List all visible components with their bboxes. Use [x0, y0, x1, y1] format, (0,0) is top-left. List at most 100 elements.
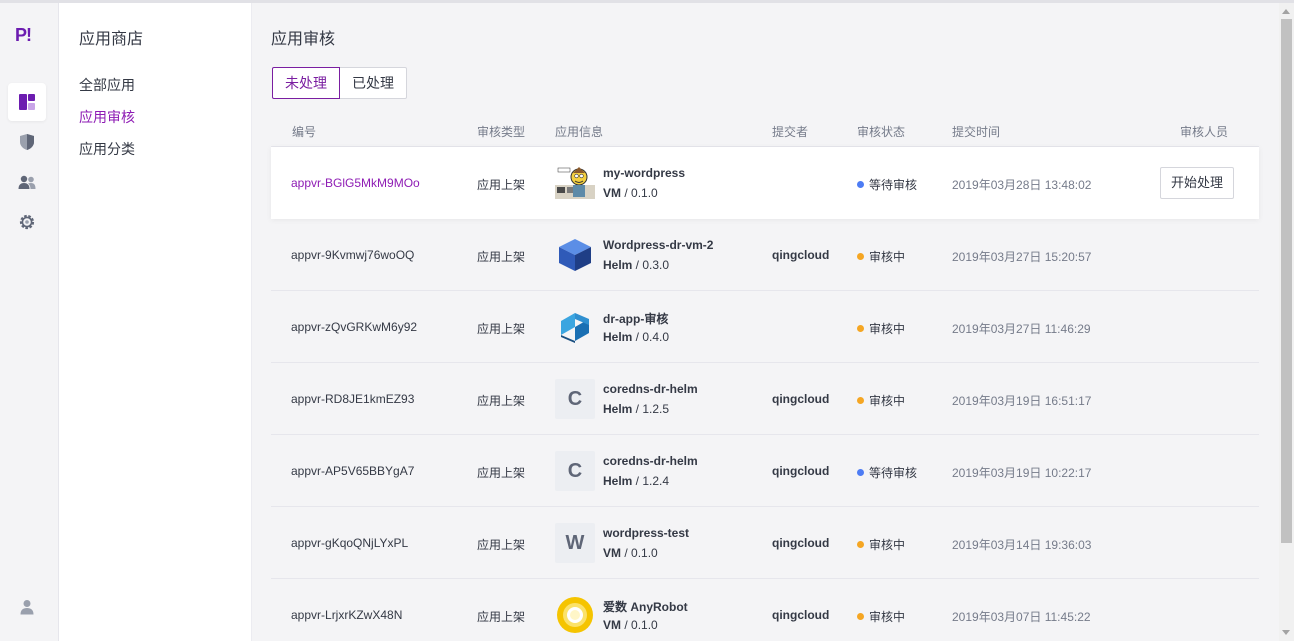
table-row[interactable]: appvr-LrjxrKZwX48N 应用上架 爱数 AnyRobot VM /…: [271, 579, 1259, 641]
tab-pending[interactable]: 未处理: [272, 67, 340, 99]
app-version: VM / 0.1.0: [603, 186, 658, 200]
review-id-link[interactable]: appvr-gKqoQNjLYxPL: [291, 536, 408, 550]
review-type: 应用上架: [477, 466, 526, 480]
app-version: Helm / 0.3.0: [603, 258, 670, 272]
scroll-down-arrow[interactable]: [1282, 630, 1290, 635]
main-content: 应用审核 未处理 已处理 编号 审核类型 应用信息 提交者 审核状态 提交时间 …: [252, 3, 1279, 641]
letter-icon: C: [555, 379, 595, 419]
review-id-link[interactable]: appvr-9Kvmwj76woOQ: [291, 248, 414, 262]
review-id-link[interactable]: appvr-RD8JE1kmEZ93: [291, 392, 414, 406]
table-row[interactable]: appvr-zQvGRKwM6y92 应用上架 dr-app-审核 Helm /…: [271, 291, 1259, 363]
rail-dashboard[interactable]: [8, 83, 46, 121]
scroll-up-arrow[interactable]: [1282, 9, 1290, 14]
submit-time: 2019年03月28日 13:48:02: [952, 178, 1092, 192]
table-row[interactable]: appvr-9Kvmwj76woOQ 应用上架 Wordpress-dr-vm-…: [271, 219, 1259, 291]
rail-account[interactable]: [8, 588, 46, 626]
submit-time: 2019年03月07日 11:45:22: [952, 610, 1091, 624]
subnav-item-categories[interactable]: 应用分类: [79, 139, 135, 159]
review-type: 应用上架: [477, 538, 526, 552]
app-version: Helm / 1.2.4: [603, 474, 670, 488]
app-version: Helm / 0.4.0: [603, 330, 670, 344]
status-dot: [857, 613, 864, 620]
column-header-id[interactable]: 编号: [292, 123, 316, 140]
icon-rail: P!: [0, 3, 59, 641]
review-table: 编号 审核类型 应用信息 提交者 审核状态 提交时间 审核人员 appvr-BG…: [271, 114, 1259, 641]
column-header-type[interactable]: 审核类型: [477, 123, 525, 140]
status-dot: [857, 397, 864, 404]
status-badge: 审核中: [857, 392, 905, 409]
submit-time: 2019年03月14日 19:36:03: [952, 538, 1092, 552]
app-name[interactable]: dr-app-审核: [603, 310, 668, 327]
rail-security[interactable]: [8, 123, 46, 161]
subnav-item-app-review[interactable]: 应用审核: [79, 107, 135, 127]
review-id-link[interactable]: appvr-LrjxrKZwX48N: [291, 608, 402, 622]
submitter: qingcloud: [772, 392, 830, 406]
submitter: qingcloud: [772, 536, 830, 550]
app-version: Helm / 1.2.5: [603, 402, 670, 416]
review-type: 应用上架: [477, 394, 526, 408]
table-row[interactable]: appvr-RD8JE1kmEZ93 应用上架 C coredns-dr-hel…: [271, 363, 1259, 435]
user-icon: [20, 600, 34, 615]
status-badge: 等待审核: [857, 176, 917, 193]
review-type: 应用上架: [477, 178, 526, 192]
review-type: 应用上架: [477, 322, 526, 336]
start-processing-button[interactable]: 开始处理: [1160, 167, 1234, 199]
table-row[interactable]: appvr-gKqoQNjLYxPL 应用上架 W wordpress-test…: [271, 507, 1259, 579]
rail-users[interactable]: [8, 163, 46, 201]
column-header-reviewer[interactable]: 审核人员: [1180, 123, 1228, 140]
status-badge: 审核中: [857, 608, 905, 625]
column-header-submitter[interactable]: 提交者: [772, 123, 808, 140]
gear-icon: [19, 214, 35, 230]
submit-time: 2019年03月19日 16:51:17: [952, 394, 1092, 408]
status-tabs: 未处理 已处理: [272, 67, 407, 99]
app-name[interactable]: Wordpress-dr-vm-2: [603, 238, 713, 252]
app-name[interactable]: 爱数 AnyRobot: [603, 598, 688, 615]
review-id-link[interactable]: appvr-BGlG5MkM9MOo: [291, 176, 420, 190]
letter-icon: C: [555, 451, 595, 491]
app-name[interactable]: coredns-dr-helm: [603, 454, 698, 468]
status-dot: [857, 541, 864, 548]
submitter: qingcloud: [772, 248, 830, 262]
logo[interactable]: P!: [15, 25, 39, 47]
helm-blocks-icon: [555, 307, 595, 347]
letter-icon: W: [555, 523, 595, 563]
page-title: 应用审核: [271, 31, 336, 48]
submit-time: 2019年03月19日 10:22:17: [952, 466, 1092, 480]
app-name[interactable]: wordpress-test: [603, 526, 689, 540]
table-row[interactable]: appvr-BGlG5MkM9MOo 应用上架 my-wordpress VM …: [271, 147, 1259, 219]
app-name[interactable]: coredns-dr-helm: [603, 382, 698, 396]
status-badge: 审核中: [857, 320, 905, 337]
sub-navigation: 应用商店 全部应用 应用审核 应用分类: [59, 3, 252, 641]
review-type: 应用上架: [477, 610, 526, 624]
status-dot: [857, 325, 864, 332]
column-header-time[interactable]: 提交时间: [952, 123, 1000, 140]
page-scrollbar[interactable]: [1279, 3, 1294, 641]
scroll-thumb[interactable]: [1281, 19, 1292, 543]
dashboard-icon: [19, 94, 35, 110]
tab-processed[interactable]: 已处理: [340, 67, 407, 99]
status-badge: 审核中: [857, 536, 905, 553]
status-badge: 审核中: [857, 248, 905, 265]
review-id-link[interactable]: appvr-zQvGRKwM6y92: [291, 320, 417, 334]
app-version: VM / 0.1.0: [603, 546, 658, 560]
status-dot: [857, 253, 864, 260]
rail-settings[interactable]: [8, 203, 46, 241]
subnav-item-all-apps[interactable]: 全部应用: [79, 75, 135, 95]
column-header-status[interactable]: 审核状态: [857, 123, 905, 140]
users-icon: [18, 175, 36, 189]
table-row[interactable]: appvr-AP5V65BBYgA7 应用上架 C coredns-dr-hel…: [271, 435, 1259, 507]
column-header-app[interactable]: 应用信息: [555, 123, 603, 140]
app-name[interactable]: my-wordpress: [603, 166, 685, 180]
subnav-title: 应用商店: [79, 31, 144, 48]
submitter: qingcloud: [772, 464, 830, 478]
submit-time: 2019年03月27日 11:46:29: [952, 322, 1091, 336]
submitter: qingcloud: [772, 608, 830, 622]
shield-icon: [20, 134, 34, 150]
app-version: VM / 0.1.0: [603, 618, 658, 632]
wordpress-character-image: [555, 163, 595, 203]
status-dot: [857, 181, 864, 188]
submit-time: 2019年03月27日 15:20:57: [952, 250, 1092, 264]
table-header: 编号 审核类型 应用信息 提交者 审核状态 提交时间 审核人员: [271, 114, 1259, 147]
review-type: 应用上架: [477, 250, 526, 264]
review-id-link[interactable]: appvr-AP5V65BBYgA7: [291, 464, 414, 478]
